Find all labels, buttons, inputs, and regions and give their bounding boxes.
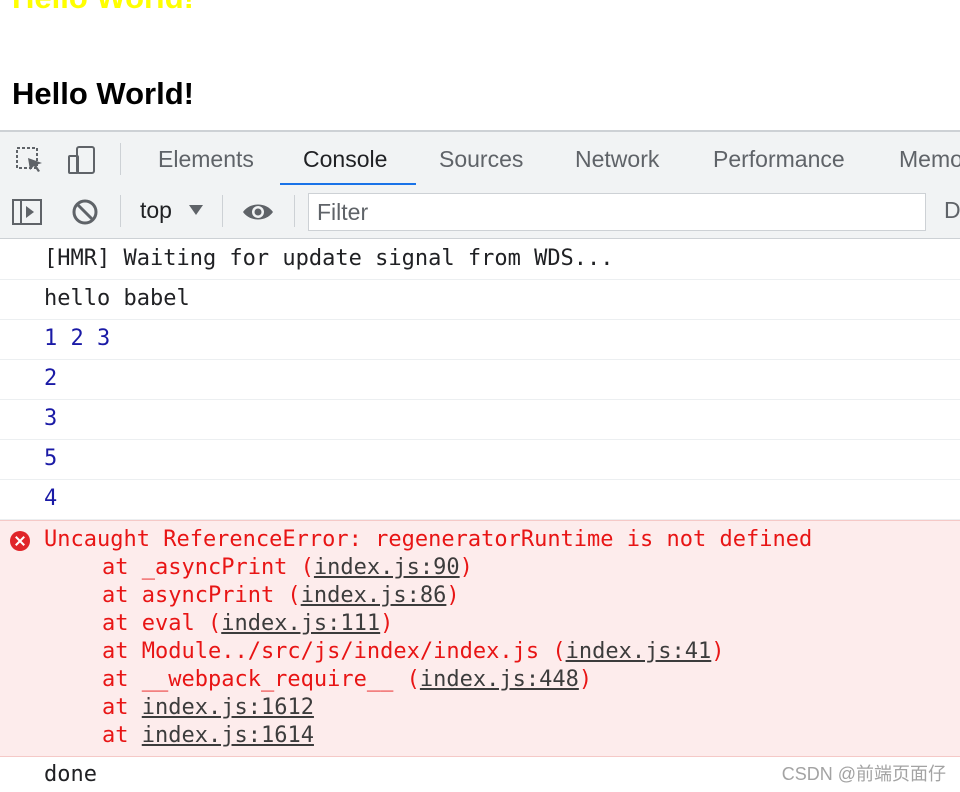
stack-frame-text: at Module../src/js/index/index.js ( xyxy=(102,639,566,664)
stack-frame-text: at _asyncPrint ( xyxy=(102,555,314,580)
source-link[interactable]: index.js:90 xyxy=(314,555,460,580)
context-selector[interactable]: top xyxy=(140,197,172,224)
eye-icon[interactable] xyxy=(242,201,274,223)
devtools-tab-bar: Elements Console Sources Network Perform… xyxy=(0,130,960,187)
toolbar-separator xyxy=(120,195,121,227)
stack-frame: at _asyncPrint (index.js:90) xyxy=(102,555,473,580)
tab-memory[interactable]: Memo xyxy=(899,132,960,186)
stack-frame: at index.js:1612 xyxy=(102,695,314,720)
source-link[interactable]: index.js:448 xyxy=(420,667,579,692)
stack-frame: at __webpack_require__ (index.js:448) xyxy=(102,667,592,692)
tab-console[interactable]: Console xyxy=(303,132,387,186)
stack-frame-text: ) xyxy=(459,555,473,580)
stack-frame-text: at asyncPrint ( xyxy=(102,583,301,608)
tab-network[interactable]: Network xyxy=(575,132,659,186)
stack-frame-text: ) xyxy=(446,583,460,608)
source-link[interactable]: index.js:86 xyxy=(301,583,447,608)
source-link[interactable]: index.js:1612 xyxy=(142,695,314,720)
watermark: CSDN @前端页面仔 xyxy=(781,764,946,784)
stack-frame-text: ) xyxy=(380,611,394,636)
console-message-text: [HMR] Waiting for update signal from WDS… xyxy=(44,246,614,271)
stack-frame-text: at eval ( xyxy=(102,611,222,636)
console-output: [HMR] Waiting for update signal from WDS… xyxy=(0,240,960,792)
console-message: 1 2 3 xyxy=(0,320,960,360)
stack-frame: at index.js:1614 xyxy=(102,723,314,748)
console-message: hello babel xyxy=(0,280,960,320)
page-heading: Hello World! xyxy=(12,76,194,111)
console-message-text: 3 xyxy=(44,406,58,431)
console-message-text: 4 xyxy=(44,486,58,511)
clear-console-icon[interactable] xyxy=(71,198,99,226)
error-icon xyxy=(10,531,30,551)
tab-elements[interactable]: Elements xyxy=(158,132,254,186)
console-message: 5 xyxy=(0,440,960,480)
inspect-element-icon[interactable] xyxy=(14,144,46,176)
console-message: 4 xyxy=(0,480,960,520)
console-message: [HMR] Waiting for update signal from WDS… xyxy=(0,240,960,280)
stack-frame-text: ) xyxy=(711,639,725,664)
console-toolbar: top D xyxy=(0,185,960,239)
console-message: 3 xyxy=(0,400,960,440)
stack-frame: at asyncPrint (index.js:86) xyxy=(102,583,460,608)
stack-frame: at eval (index.js:111) xyxy=(102,611,393,636)
stack-frame-text: at xyxy=(102,723,142,748)
source-link[interactable]: index.js:111 xyxy=(221,611,380,636)
page-content: Hello World! Hello World! xyxy=(0,0,960,130)
source-link[interactable]: index.js:1614 xyxy=(142,723,314,748)
toolbar-separator xyxy=(294,195,295,227)
device-toolbar-icon[interactable] xyxy=(66,144,98,176)
console-message-text: hello babel xyxy=(44,286,190,311)
stack-frame: at Module../src/js/index/index.js (index… xyxy=(102,639,725,664)
sidebar-toggle-icon[interactable] xyxy=(12,199,42,225)
console-message-text: done xyxy=(44,762,97,787)
page-heading-yellow: Hello World! xyxy=(12,0,194,18)
toolbar-separator xyxy=(120,143,121,175)
console-error-message: Uncaught ReferenceError: regeneratorRunt… xyxy=(0,520,960,757)
default-levels-dropdown[interactable]: D xyxy=(944,197,960,224)
console-message-text: 2 xyxy=(44,366,58,391)
console-message-text: 5 xyxy=(44,446,58,471)
console-message: 2 xyxy=(0,360,960,400)
stack-frame-text: at __webpack_require__ ( xyxy=(102,667,420,692)
source-link[interactable]: index.js:41 xyxy=(566,639,712,664)
filter-input[interactable] xyxy=(308,193,926,231)
toolbar-separator xyxy=(222,195,223,227)
stack-frame-text: at xyxy=(102,695,142,720)
tab-performance[interactable]: Performance xyxy=(713,132,845,186)
context-dropdown-icon[interactable] xyxy=(189,205,203,215)
tab-sources[interactable]: Sources xyxy=(439,132,523,186)
console-message-text: 1 2 3 xyxy=(44,326,111,351)
stack-frame-text: ) xyxy=(578,667,593,692)
error-text: Uncaught ReferenceError: regeneratorRunt… xyxy=(44,527,813,552)
